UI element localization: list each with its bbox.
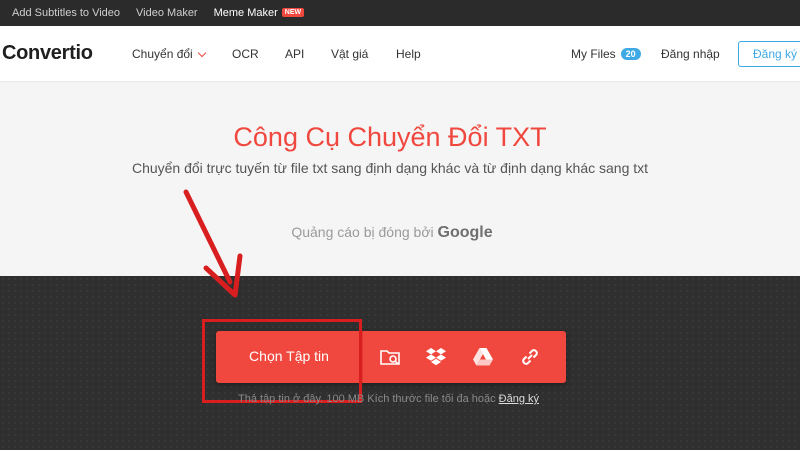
files-count-badge: 20 [620, 48, 641, 60]
dropbox-icon[interactable] [424, 345, 448, 369]
divider [362, 331, 363, 383]
meme-maker-label: Meme Maker [213, 7, 278, 19]
ad-closed-label: Quảng cáo bị đóng bởi [291, 224, 434, 240]
google-drive-icon[interactable] [471, 345, 495, 369]
top-promo-bar: Add Subtitles to Video Video Maker Meme … [0, 0, 800, 26]
main-header: Convertio Chuyển đổi OCR API Vật giá Hel… [0, 26, 800, 82]
nav-pricing[interactable]: Vật giá [331, 47, 368, 61]
nav-api[interactable]: API [285, 47, 304, 61]
nav-convert[interactable]: Chuyển đổi [132, 47, 206, 61]
google-brand: Google [437, 224, 493, 241]
page-title: Công Cụ Chuyển Đổi TXT [233, 122, 547, 152]
nav-help[interactable]: Help [396, 47, 421, 61]
signup-button[interactable]: Đăng ký [738, 41, 800, 67]
link-icon[interactable] [518, 345, 542, 369]
page-subtitle: Chuyển đổi trực tuyến từ file txt sang đ… [131, 160, 649, 176]
ad-closed-text: Quảng cáo bị đóng bởi Google [222, 224, 562, 242]
nav-ocr[interactable]: OCR [232, 47, 259, 61]
annotation-highlight-box [202, 319, 362, 403]
new-badge: NEW [281, 8, 305, 17]
add-subtitles-link[interactable]: Add Subtitles to Video [12, 7, 120, 19]
ad-placeholder: Quảng cáo bị đóng bởi Google [222, 200, 562, 266]
video-maker-link[interactable]: Video Maker [136, 7, 198, 19]
upload-limit-text: Thả tập tin ở đây. 100 MB Kích thước fil… [238, 393, 539, 405]
login-link[interactable]: Đăng nhập [661, 47, 720, 61]
folder-search-icon[interactable] [378, 345, 402, 369]
chevron-down-icon [197, 48, 206, 58]
logo[interactable]: Convertio [2, 42, 93, 65]
nav-convert-label: Chuyển đổi [132, 47, 193, 61]
my-files-label: My Files [571, 47, 616, 61]
my-files-link[interactable]: My Files 20 [571, 47, 641, 61]
meme-maker-link[interactable]: Meme Maker NEW [214, 7, 305, 19]
upload-limit-label: Thả tập tin ở đây. 100 MB Kích thước fil… [238, 393, 496, 405]
signup-link[interactable]: Đăng ký [499, 393, 539, 405]
